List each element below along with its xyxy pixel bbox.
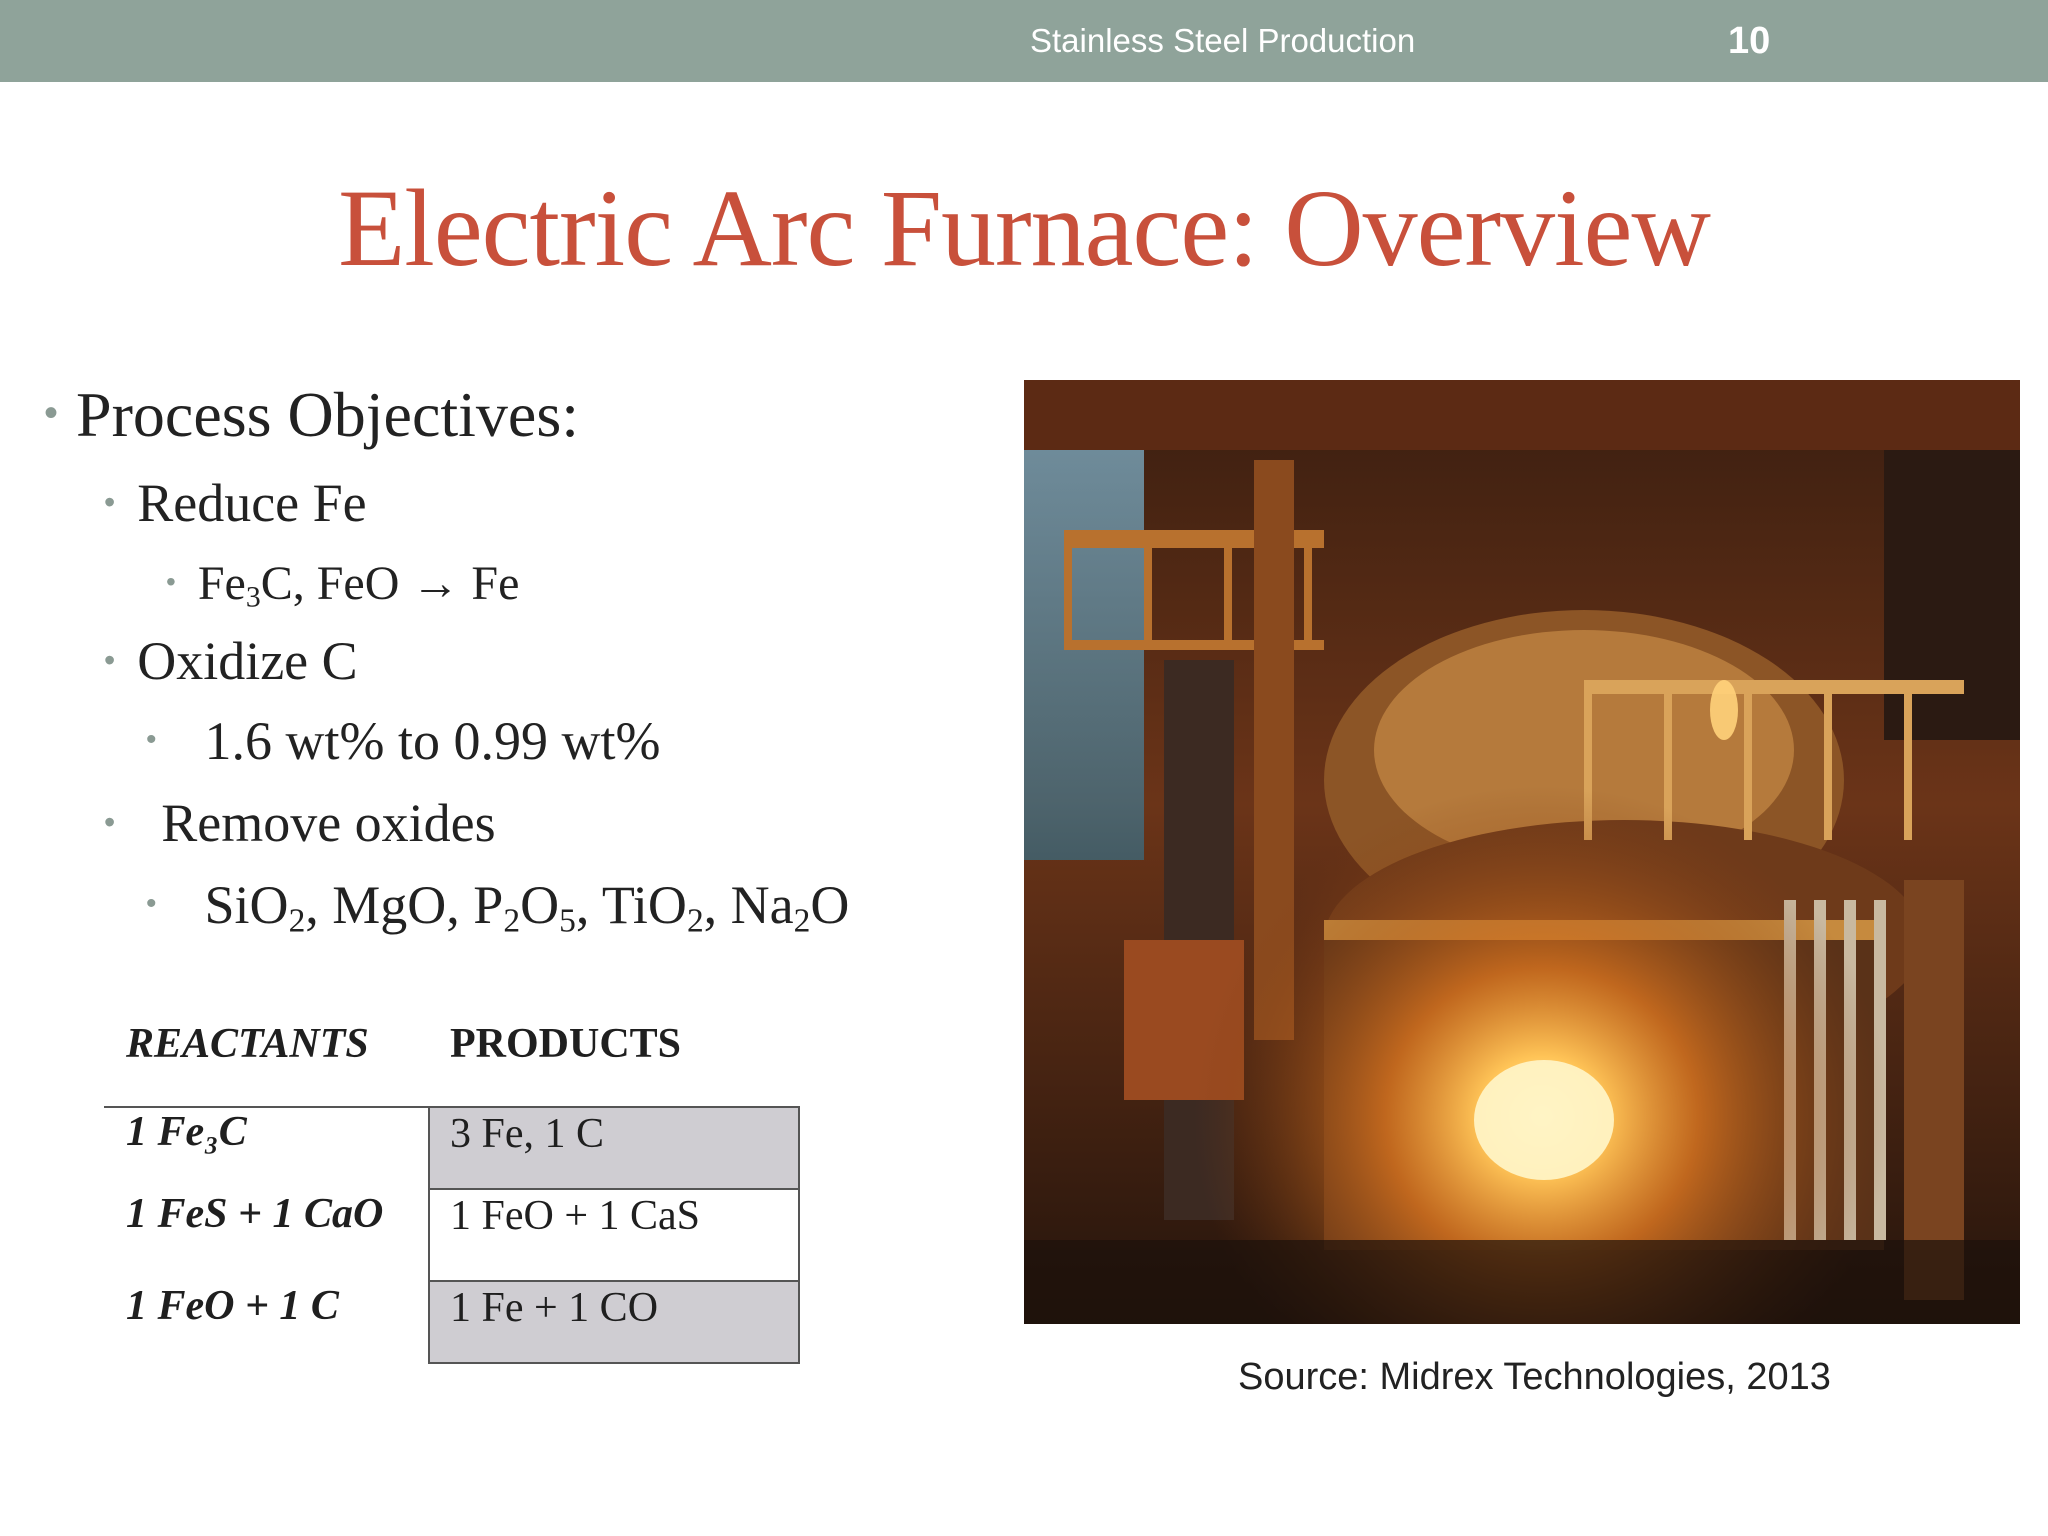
subscript: 3 bbox=[245, 580, 261, 614]
bullet-dot: • bbox=[104, 804, 116, 840]
page-number: 10 bbox=[1728, 20, 1771, 62]
subscript: 2 bbox=[793, 902, 811, 940]
header-reactants: REACTANTS bbox=[126, 1021, 369, 1067]
bullet-text: , TiO bbox=[575, 875, 687, 935]
table-cell-reactants: 1 FeO + 1 C bbox=[126, 1283, 339, 1329]
bullet-text: Reduce Fe bbox=[137, 473, 367, 533]
bullet-dot: • bbox=[146, 723, 157, 756]
bullet-dot: • bbox=[104, 484, 116, 520]
table-cell-products: 1 FeO + 1 CaS bbox=[428, 1188, 800, 1282]
table-cell-reactants: 1 Fe₃C bbox=[126, 1109, 247, 1155]
bullet-text: 1.6 wt% to 0.99 wt% bbox=[204, 711, 661, 771]
bullet-text: Fe bbox=[197, 557, 246, 610]
bullet-text: , MgO, P bbox=[305, 875, 504, 935]
bullet-oxides-list: • SiO2, MgO, P2O5, TiO2, Na2O bbox=[146, 874, 849, 940]
header-products: PRODUCTS bbox=[450, 1021, 682, 1067]
bullet-text: Remove oxides bbox=[161, 793, 496, 853]
bullet-reduce-fe: • Reduce Fe bbox=[104, 472, 367, 534]
bullet-text: O bbox=[520, 875, 560, 935]
bullet-text: Process Objectives: bbox=[76, 379, 580, 450]
electric-arc-furnace-photo bbox=[1024, 380, 2020, 1324]
bullet-dot: • bbox=[104, 642, 116, 678]
table-cell-products: 3 Fe, 1 C bbox=[428, 1106, 800, 1190]
bullet-process-objectives: • Process Objectives: bbox=[44, 378, 579, 452]
bullet-text: Oxidize C bbox=[137, 631, 358, 691]
bullet-text: O bbox=[810, 875, 850, 935]
slide-title: Electric Arc Furnace: Overview bbox=[338, 167, 1711, 289]
bullet-dot: • bbox=[146, 887, 157, 920]
bullet-text: SiO bbox=[204, 875, 289, 935]
table-cell-products: 1 Fe + 1 CO bbox=[428, 1280, 800, 1364]
bullet-oxidize-c-detail: • 1.6 wt% to 0.99 wt% bbox=[146, 710, 660, 772]
bullet-dot: • bbox=[44, 391, 59, 435]
subscript: 2 bbox=[686, 902, 704, 940]
subscript: 5 bbox=[559, 902, 576, 940]
bullet-oxidize-c: • Oxidize C bbox=[104, 630, 358, 692]
bullet-text: C, FeO → Fe bbox=[260, 557, 520, 610]
subscript: 2 bbox=[288, 902, 306, 940]
bullet-dot: • bbox=[166, 566, 176, 597]
image-source-caption: Source: Midrex Technologies, 2013 bbox=[1238, 1356, 1831, 1398]
bullet-reduce-fe-detail: • Fe3C, FeO → Fe bbox=[166, 556, 519, 614]
header-title: Stainless Steel Production bbox=[1030, 22, 1416, 59]
subscript: 2 bbox=[503, 902, 521, 940]
table-cell-reactants: 1 FeS + 1 CaO bbox=[126, 1191, 384, 1237]
bullet-text: , Na bbox=[703, 875, 794, 935]
bullet-remove-oxides: • Remove oxides bbox=[104, 792, 496, 854]
